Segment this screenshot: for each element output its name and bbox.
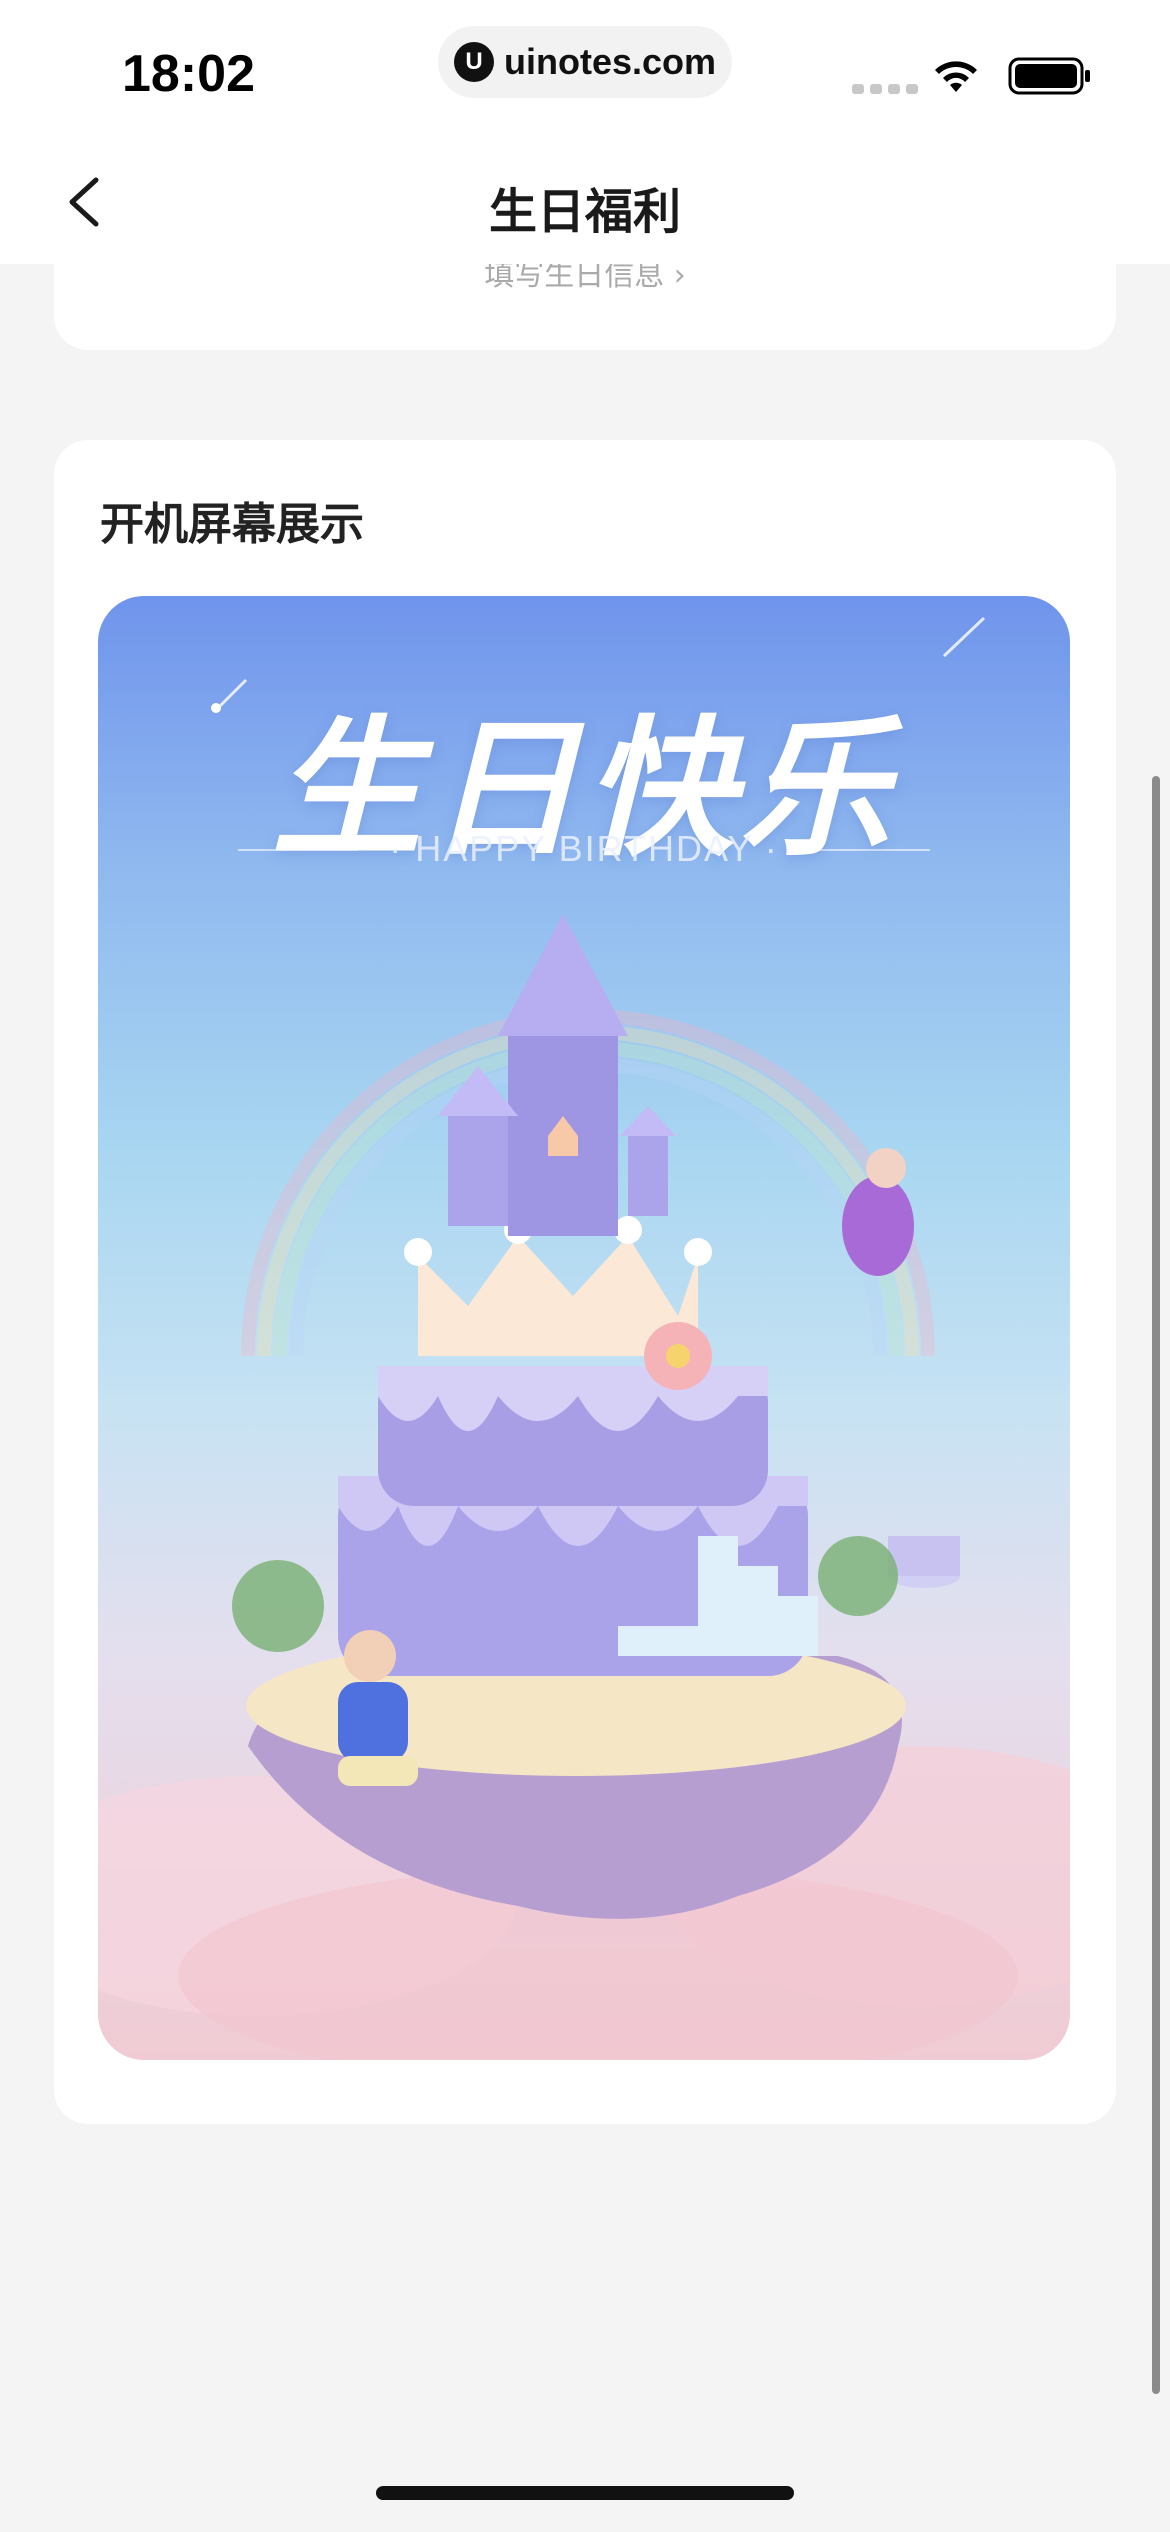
poster-subtitle: · HAPPY BIRTHDAY · (389, 828, 779, 869)
navigation-bar: 生日福利 (0, 140, 1170, 264)
url-pill[interactable]: U uinotes.com (438, 26, 732, 98)
section-title: 开机屏幕展示 (100, 499, 364, 550)
site-logo-icon: U (453, 42, 494, 82)
cellular-signal-icon (852, 84, 918, 94)
url-text: uinotes.com (503, 41, 717, 82)
status-bar: 18:02 U uinotes.com (0, 0, 1170, 140)
status-time: 18:02 (122, 45, 255, 103)
birthday-poster: 生日快乐 · HAPPY BIRTHDAY · (98, 596, 1070, 2060)
splash-preview-card: 开机屏幕展示 生日快乐 · HAPPY BIRTHDAY · (54, 440, 1116, 2124)
page-title: 生日福利 (488, 184, 681, 240)
battery-icon (1008, 57, 1090, 95)
scrollbar[interactable] (1152, 776, 1160, 2394)
home-indicator[interactable] (376, 2486, 794, 2500)
wifi-icon (935, 61, 977, 92)
